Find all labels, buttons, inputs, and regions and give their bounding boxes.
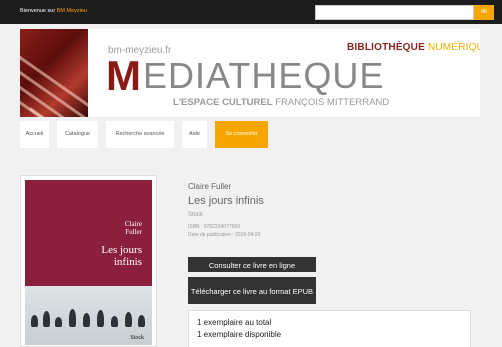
cover-title: Les jours infinis [101,244,142,268]
library-link[interactable]: BM Meyzieu [57,8,87,14]
book-cover: Claire Fuller Les jours infinis Stock [20,175,157,347]
espace-bold: L'ESPACE CULTUREL [173,97,273,108]
cover-title-line1: Les jours [101,244,142,256]
top-bar: Bienvenue sur BM Meyzieu ok [0,0,502,24]
cover-author: Claire Fuller [125,220,142,236]
cover-author-line2: Fuller [125,228,142,236]
cover-author-line1: Claire [124,220,142,228]
welcome-prefix: Bienvenue sur [20,8,56,14]
availability-total: 1 exemplaire au total [197,318,272,327]
welcome-text: Bienvenue sur BM Meyzieu [20,8,87,14]
banner[interactable]: bm-meyzieu.fr BIBLIOTHÈQUE NUMÉRIQUE M E… [20,29,480,117]
availability-box: 1 exemplaire au total 1 exemplaire dispo… [188,310,471,347]
availability-available: 1 exemplaire disponible [197,330,282,339]
nav-advanced-search[interactable]: Recherche avancée [106,121,174,148]
cover-title-line2: infinis [113,256,142,268]
logo-word: EDIATHEQUE [143,55,385,96]
espace-rest: FRANÇOIS MITTERRAND [275,97,390,108]
book-isbn: ISBN : 9782234077560 [188,224,240,230]
cover-artwork: Claire Fuller Les jours infinis Stock [25,180,152,345]
book-title: Les jours infinis [188,195,264,207]
book-publisher: Stock [188,212,204,218]
logo-initial: M [106,52,141,99]
cover-publisher: Stock [130,335,144,341]
book-pubdate: Date de publication : 2015-04-29 [188,232,261,238]
banner-photo [20,29,88,117]
nav-login[interactable]: Se connecter [215,121,268,148]
library-title-part1: BIBLIOTHÈQUE [347,42,425,53]
download-epub-button[interactable]: Télécharger ce livre au format EPUB [188,277,316,304]
nav-home[interactable]: Accueil [20,121,49,148]
cover-photo: Stock [25,286,152,345]
nav-catalogue[interactable]: Catalogue [57,121,98,148]
nav-help[interactable]: Aide [182,121,207,148]
espace-subtitle: L'ESPACE CULTUREL FRANÇOIS MITTERRAND [173,97,389,108]
search-input[interactable] [315,5,474,20]
cover-top: Claire Fuller Les jours infinis [25,180,152,286]
library-title-part2: NUMÉRIQUE [427,42,480,53]
book-detail: Claire Fuller Les jours infinis Stock Cl… [20,165,490,347]
library-title: BIBLIOTHÈQUE NUMÉRIQUE [347,42,480,53]
page: Bienvenue sur BM Meyzieu ok bm-meyzieu.f… [0,0,502,347]
book-author[interactable]: Claire Fuller [188,182,231,191]
search-button[interactable]: ok [474,5,494,20]
read-online-button[interactable]: Consulter ce livre en ligne [188,257,316,272]
